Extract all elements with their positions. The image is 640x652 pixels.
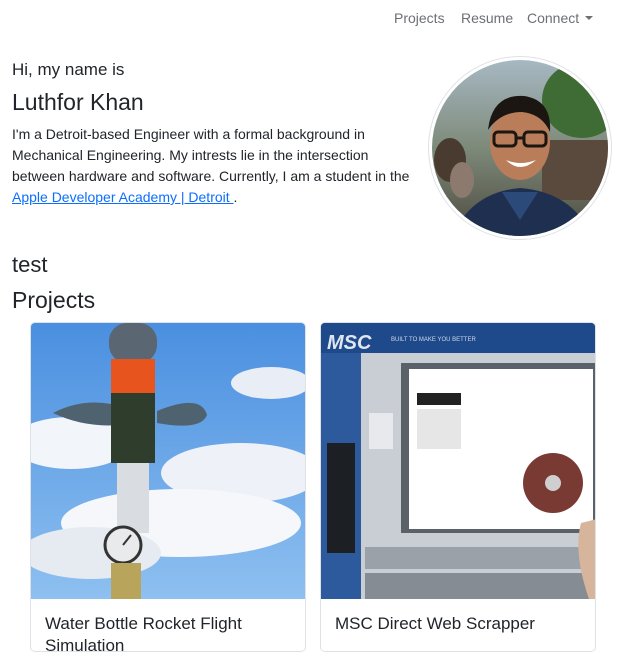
academy-link[interactable]: Apple Developer Academy | Detroit <box>12 189 234 205</box>
nav-projects-link[interactable]: Projects <box>394 10 445 26</box>
avatar <box>432 60 608 236</box>
chevron-down-icon <box>585 16 594 20</box>
projects-heading: Projects <box>12 287 96 313</box>
bio-text: I'm a Detroit-based Engineer with a form… <box>12 126 410 184</box>
nav-connect-label: Connect <box>527 10 580 26</box>
person-name: Luthfor Khan <box>12 89 144 115</box>
bio-end: . <box>233 189 238 205</box>
msc-logo-text: MSC <box>327 332 372 354</box>
bio-paragraph: I'm a Detroit-based Engineer with a form… <box>12 124 412 208</box>
project-card-msc[interactable]: MSC BUILT TO MAKE YOU BETTER MSC Direct … <box>320 322 596 652</box>
project-card-rocket[interactable]: Water Bottle Rocket Flight Simulation <box>30 322 306 652</box>
rocket-image <box>31 323 305 599</box>
msc-kiosk-image: MSC BUILT TO MAKE YOU BETTER <box>321 323 595 599</box>
test-heading: test <box>12 252 48 277</box>
avatar-frame <box>428 56 612 240</box>
card-title-msc: MSC Direct Web Scrapper <box>335 614 535 633</box>
nav-connect-dropdown[interactable]: Connect <box>527 10 594 26</box>
nav-resume-link[interactable]: Resume <box>461 10 513 26</box>
msc-tagline: BUILT TO MAKE YOU BETTER <box>391 337 476 343</box>
card-title-rocket: Water Bottle Rocket Flight Simulation <box>45 614 242 652</box>
greeting-text: Hi, my name is <box>12 60 125 79</box>
top-navbar: Projects Resume Connect <box>0 0 640 36</box>
